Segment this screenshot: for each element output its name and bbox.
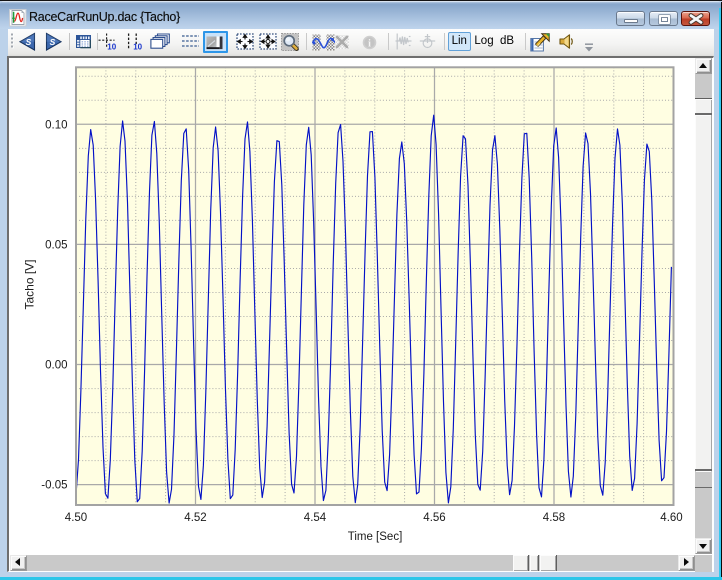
svg-text:0.00: 0.00 <box>45 360 67 372</box>
svg-text:i: i <box>368 38 371 49</box>
svg-text:Time [Sec]: Time [Sec] <box>348 531 403 543</box>
svg-text:4.56: 4.56 <box>423 512 445 524</box>
svg-text:-0.05: -0.05 <box>41 480 67 492</box>
svg-text:10: 10 <box>133 42 142 51</box>
svg-text:Tacho [V]: Tacho [V] <box>23 259 37 309</box>
svg-text:S: S <box>50 37 56 47</box>
svg-text:4.58: 4.58 <box>543 512 565 524</box>
svg-text:0.10: 0.10 <box>45 119 67 131</box>
svg-text:0.05: 0.05 <box>45 239 67 251</box>
svg-text:10: 10 <box>107 42 116 51</box>
svg-text:4.50: 4.50 <box>65 512 87 524</box>
svg-text:4.54: 4.54 <box>304 512 327 524</box>
svg-text:4.60: 4.60 <box>660 512 682 524</box>
svg-text:S: S <box>26 37 32 47</box>
svg-text:4.52: 4.52 <box>184 512 206 524</box>
